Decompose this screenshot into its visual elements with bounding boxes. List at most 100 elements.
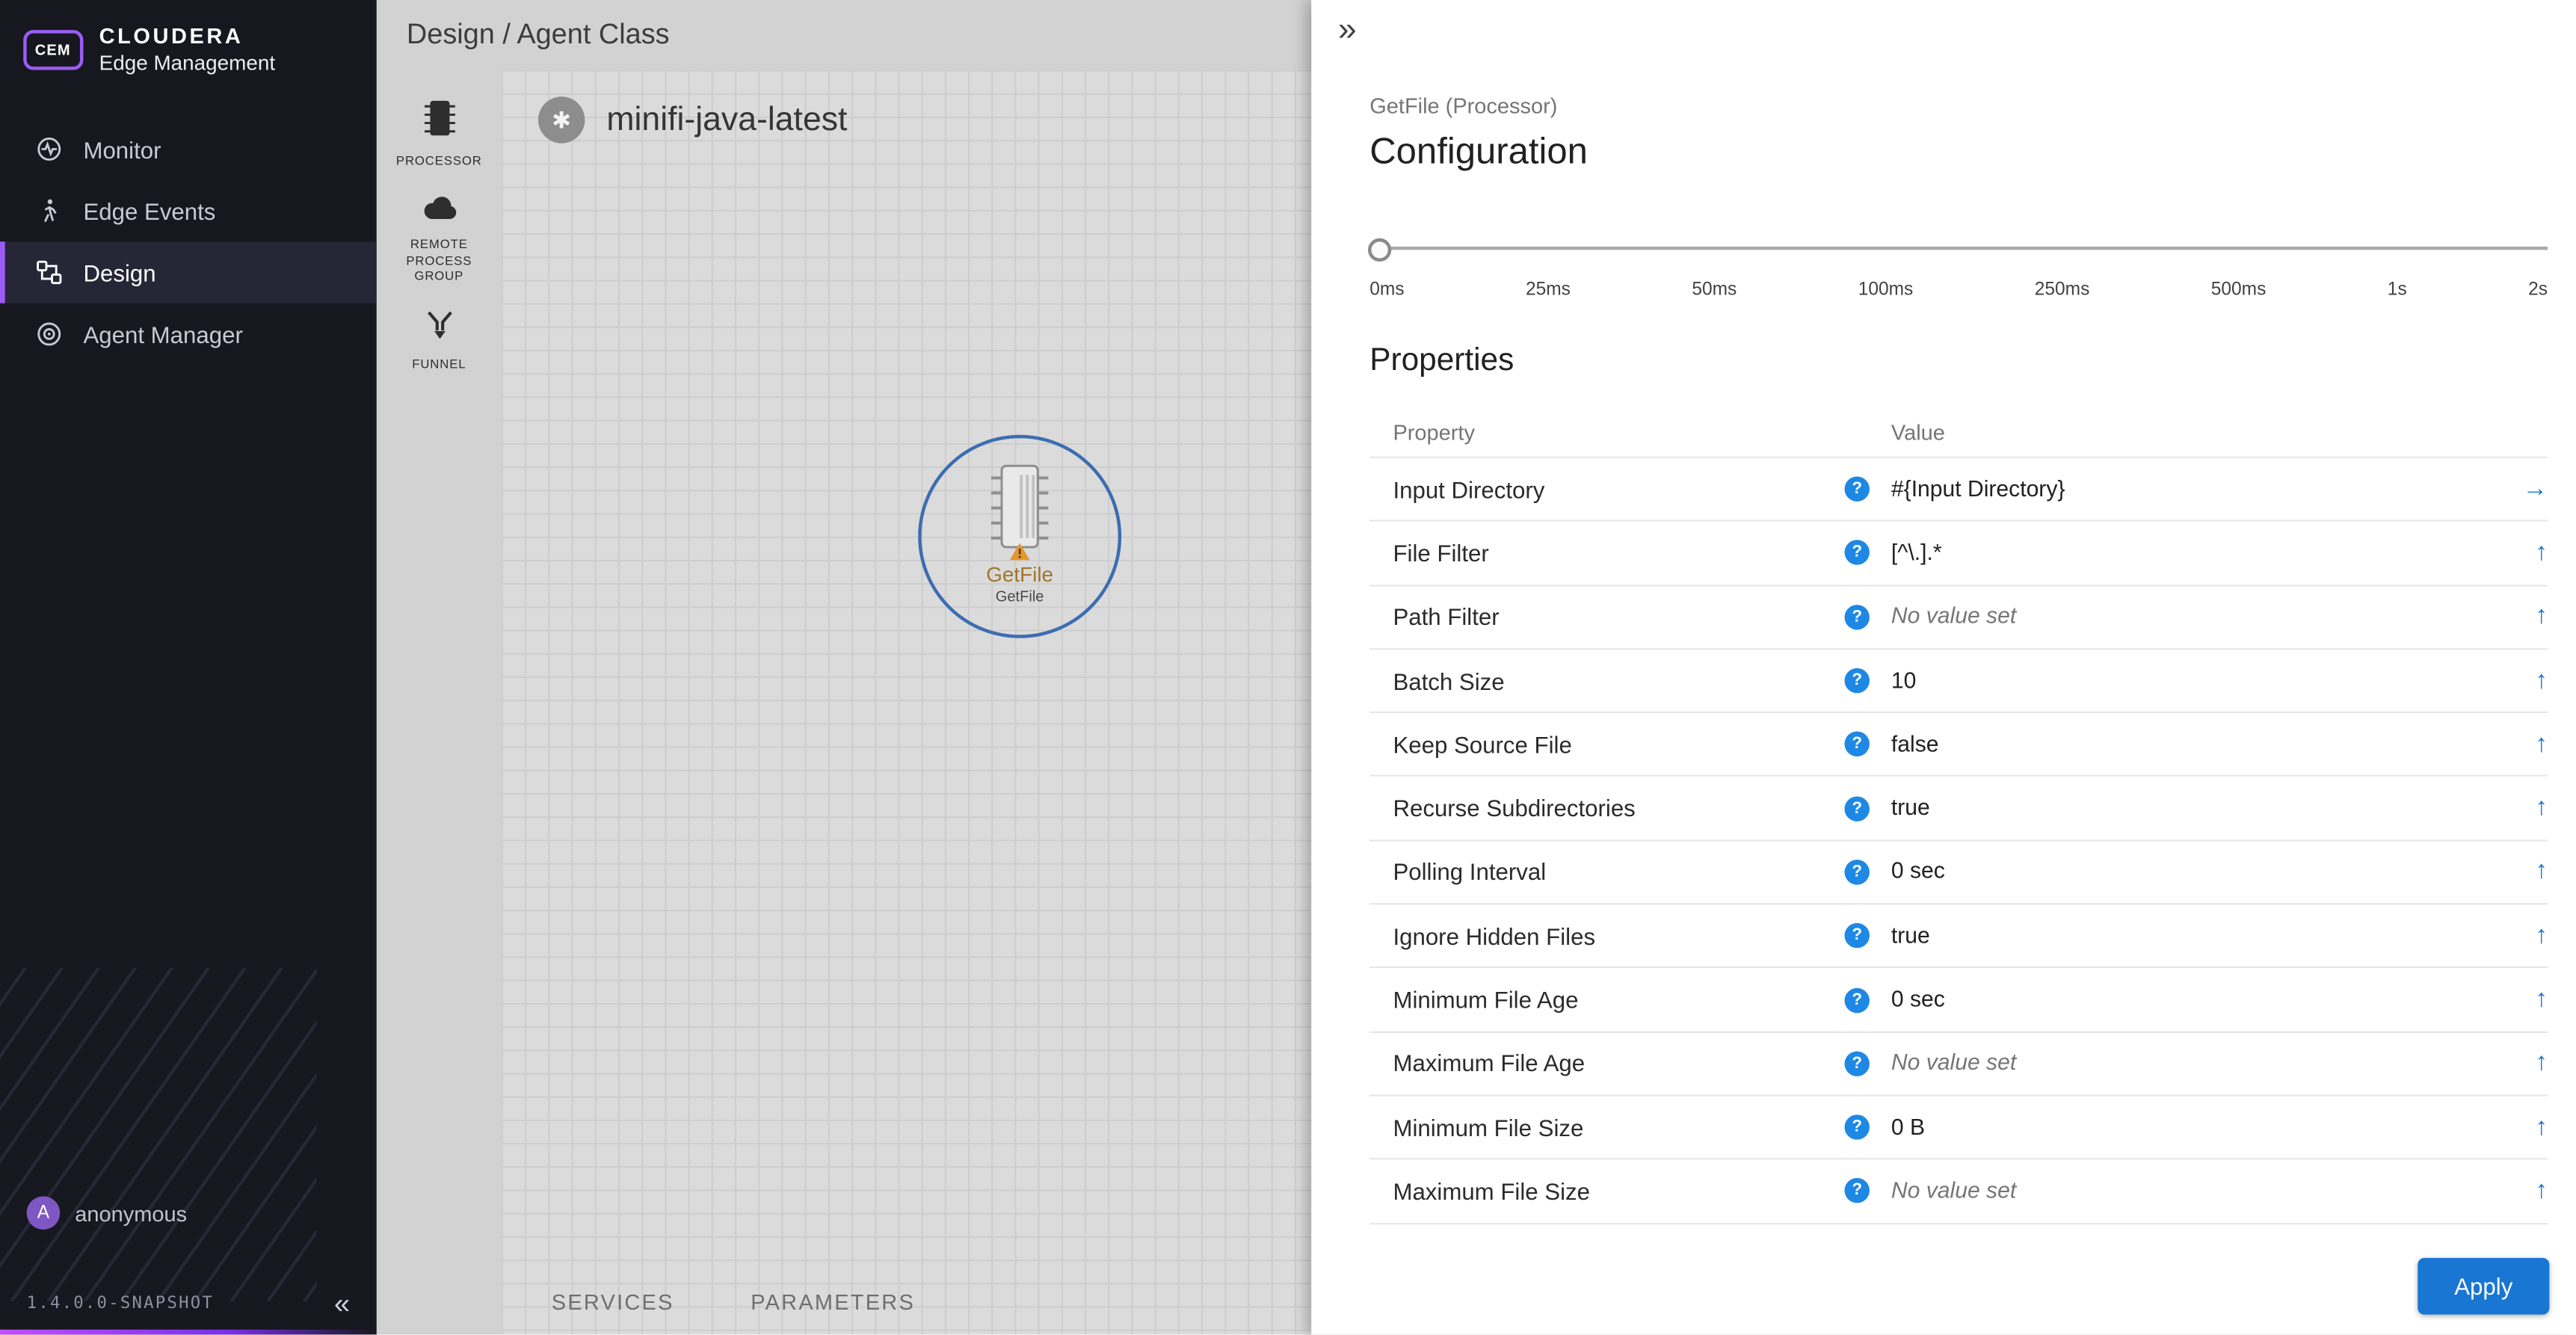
help-icon[interactable]: ? — [1845, 1051, 1870, 1076]
property-name: Polling Interval — [1393, 859, 1546, 886]
flow-canvas[interactable]: ✱ minifi-java-latest — [502, 70, 1311, 1335]
help-icon[interactable]: ? — [1845, 1179, 1870, 1203]
sidebar-item-monitor[interactable]: Monitor — [0, 118, 377, 179]
sidebar-nav: Monitor Edge Events Design Agent Manager — [0, 118, 377, 365]
property-value[interactable]: #{Input Directory} — [1891, 476, 2065, 501]
property-value[interactable]: 0 B — [1891, 1114, 1925, 1138]
run-duration-slider[interactable] — [1369, 237, 2548, 260]
row-action-icon[interactable]: → — [2523, 474, 2548, 502]
processor-node-getfile[interactable]: GetFile GetFile — [918, 435, 1121, 638]
row-action-icon[interactable]: ↑ — [2535, 1112, 2548, 1141]
help-icon[interactable]: ? — [1845, 732, 1870, 756]
tab-services[interactable]: SERVICES — [552, 1290, 674, 1315]
row-action-icon[interactable]: ↑ — [2535, 1176, 2548, 1204]
row-action-icon[interactable]: ↑ — [2535, 666, 2548, 694]
canvas-tabs: SERVICES PARAMETERS — [552, 1290, 915, 1315]
row-action-icon[interactable]: ↑ — [2535, 730, 2548, 758]
help-icon[interactable]: ? — [1845, 540, 1870, 565]
sidebar-item-edge-events[interactable]: Edge Events — [0, 180, 377, 241]
property-row: Keep Source File ? false ↑ — [1369, 713, 2548, 777]
flow-asterisk-icon: ✱ — [538, 96, 585, 143]
help-icon[interactable]: ? — [1845, 796, 1870, 821]
slider-tick-label: 2s — [2528, 280, 2548, 300]
avatar: A — [27, 1197, 61, 1230]
property-name: Minimum File Age — [1393, 987, 1578, 1014]
sidebar-collapse-icon[interactable]: « — [334, 1290, 350, 1319]
tool-processor[interactable]: PROCESSOR — [386, 96, 493, 170]
slider-tick-label: 0ms — [1369, 280, 1404, 300]
help-icon[interactable]: ? — [1845, 860, 1870, 884]
row-action-icon[interactable]: ↑ — [2535, 984, 2548, 1013]
property-name: Maximum File Age — [1393, 1050, 1585, 1077]
property-name: Ignore Hidden Files — [1393, 922, 1595, 949]
row-action-icon[interactable]: ↑ — [2535, 538, 2548, 567]
sidebar: CEM CLOUDERA Edge Management Monitor Edg… — [0, 0, 377, 1335]
sidebar-item-label: Agent Manager — [83, 321, 242, 348]
cem-logo-badge: CEM — [23, 29, 82, 69]
property-row: Maximum File Size ? No value set ↑ — [1369, 1160, 2548, 1224]
property-value[interactable]: No value set — [1891, 1178, 2016, 1203]
row-action-icon[interactable]: ↑ — [2535, 793, 2548, 821]
property-value[interactable]: 0 sec — [1891, 987, 1945, 1011]
property-name: Input Directory — [1393, 476, 1544, 503]
help-icon[interactable]: ? — [1845, 923, 1870, 948]
slider-handle[interactable] — [1368, 238, 1391, 262]
user-row[interactable]: A anonymous — [27, 1197, 350, 1230]
tool-remote-process-group[interactable]: REMOTE PROCESS GROUP — [386, 193, 493, 285]
property-name: Maximum File Size — [1393, 1178, 1590, 1205]
properties-table: Property Value Input Directory ? #{Input… — [1369, 407, 2548, 1224]
design-icon — [34, 257, 64, 287]
property-row: Minimum File Age ? 0 sec ↑ — [1369, 969, 2548, 1032]
app-logo: CEM CLOUDERA Edge Management — [0, 0, 377, 105]
row-action-icon[interactable]: ↑ — [2535, 857, 2548, 886]
property-value[interactable]: 10 — [1891, 668, 1917, 692]
apply-button[interactable]: Apply — [2418, 1259, 2549, 1316]
tool-label: PROCESSOR — [396, 153, 482, 170]
property-value[interactable]: true — [1891, 922, 1930, 947]
sidebar-item-label: Monitor — [83, 136, 161, 163]
panel-collapse-icon[interactable]: » — [1338, 13, 1357, 47]
property-value[interactable]: true — [1891, 795, 1930, 820]
property-name: File Filter — [1393, 540, 1488, 567]
property-row: Path Filter ? No value set ↑ — [1369, 586, 2548, 650]
help-icon[interactable]: ? — [1845, 668, 1870, 693]
panel-subtitle: GetFile (Processor) — [1369, 93, 2548, 118]
tool-label: REMOTE PROCESS GROUP — [386, 236, 493, 285]
product-name: Edge Management — [99, 52, 275, 75]
row-action-icon[interactable]: ↑ — [2535, 1049, 2548, 1077]
property-value[interactable]: [^\.].* — [1891, 540, 1942, 564]
main-header: Design / Agent Class — [377, 0, 1311, 70]
property-value[interactable]: No value set — [1891, 603, 2016, 628]
property-value[interactable]: 0 sec — [1891, 859, 1945, 884]
help-icon[interactable]: ? — [1845, 477, 1870, 502]
funnel-icon — [422, 308, 456, 350]
flow-title: ✱ minifi-java-latest — [538, 96, 847, 143]
version-label: 1.4.0.0-SNAPSHOT — [27, 1295, 214, 1314]
slider-tick-label: 50ms — [1692, 280, 1737, 300]
row-action-icon[interactable]: ↑ — [2535, 602, 2548, 630]
slider-tick-label: 250ms — [2035, 280, 2090, 300]
property-row: Input Directory ? #{Input Directory} → — [1369, 458, 2548, 522]
slider-track — [1369, 247, 2548, 250]
tool-funnel[interactable]: FUNNEL — [386, 308, 493, 372]
property-value[interactable]: false — [1891, 731, 1939, 756]
row-action-icon[interactable]: ↑ — [2535, 921, 2548, 949]
slider-ticks: 0ms25ms50ms100ms250ms500ms1s2s — [1369, 280, 2548, 300]
breadcrumb: Design / Agent Class — [407, 19, 670, 52]
property-row: File Filter ? [^\.].* ↑ — [1369, 522, 2548, 585]
property-row: Polling Interval ? 0 sec ↑ — [1369, 841, 2548, 904]
help-icon[interactable]: ? — [1845, 605, 1870, 629]
sidebar-item-agent-manager[interactable]: Agent Manager — [0, 303, 377, 365]
help-icon[interactable]: ? — [1845, 1114, 1870, 1139]
property-value[interactable]: No value set — [1891, 1050, 2016, 1075]
sidebar-item-design[interactable]: Design — [0, 241, 377, 303]
help-icon[interactable]: ? — [1845, 987, 1870, 1012]
properties-table-header: Property Value — [1369, 407, 2548, 458]
column-value: Value — [1891, 419, 1945, 444]
slider-tick-label: 1s — [2388, 280, 2407, 300]
tab-parameters[interactable]: PARAMETERS — [751, 1290, 915, 1315]
node-name: GetFile — [986, 563, 1053, 586]
property-row: Batch Size ? 10 ↑ — [1369, 650, 2548, 713]
property-name: Recurse Subdirectories — [1393, 795, 1635, 822]
sidebar-item-label: Design — [83, 259, 155, 286]
